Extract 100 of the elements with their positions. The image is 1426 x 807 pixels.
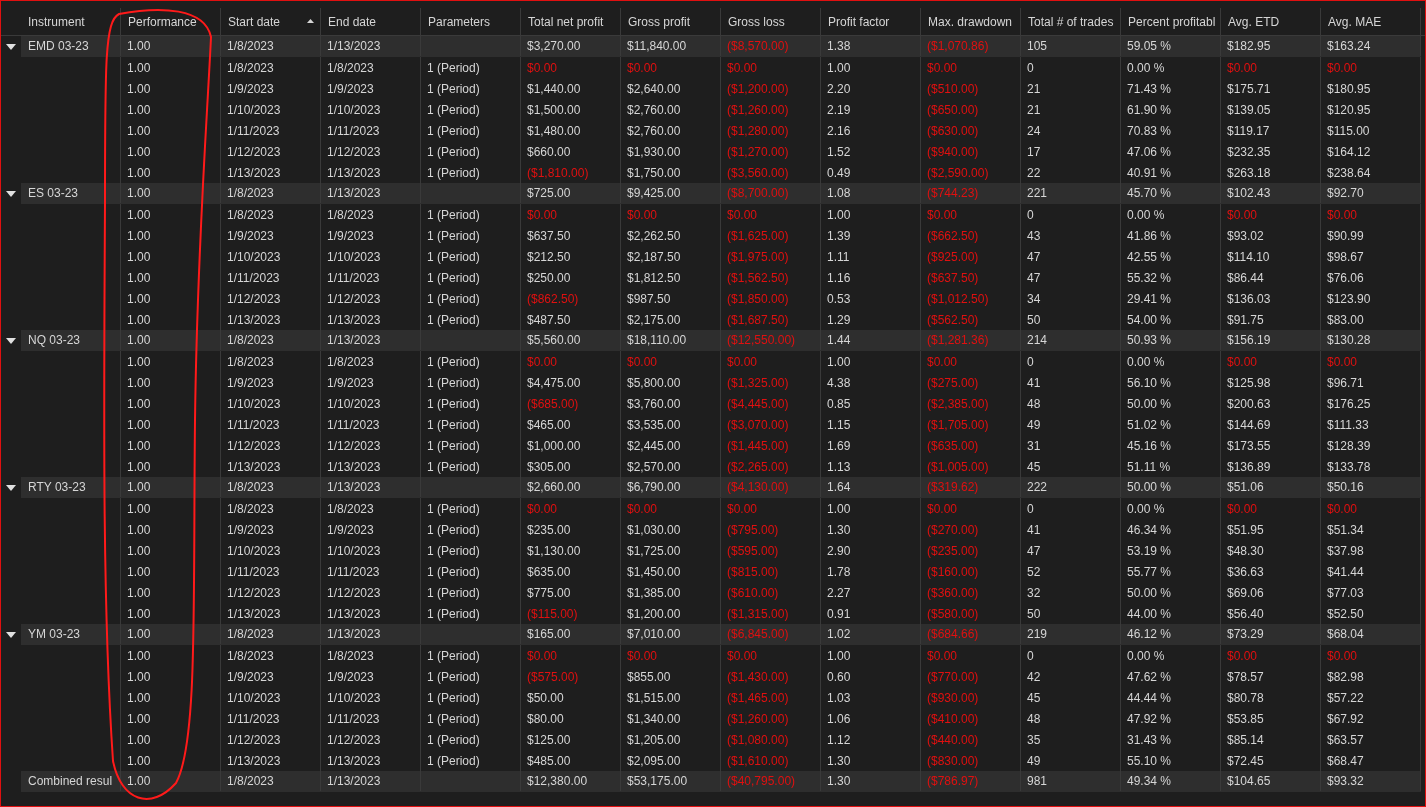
table-cell-text: 56.10 % (1127, 374, 1172, 392)
table-cell-text: 1/9/2023 (327, 521, 374, 539)
table-cell-text: 1 (Period) (427, 668, 480, 686)
column-header[interactable]: Total net profit (521, 8, 621, 35)
table-cell-text: 1 (Period) (427, 164, 480, 182)
table-cell-text: 1/13/2023 (327, 458, 381, 476)
expand-toggle-icon[interactable] (6, 631, 16, 638)
table-cell-text: 1.00 (127, 773, 151, 790)
table-cell-text: 1/10/2023 (227, 395, 281, 413)
table-cell-text: $0.00 (1327, 353, 1358, 371)
column-header[interactable]: Percent profitabl (1121, 8, 1221, 35)
table-cell-text: ($1,070.86) (927, 38, 989, 55)
table-cell-text: 1/11/2023 (227, 710, 280, 728)
table-cell-text: $0.00 (1227, 500, 1258, 518)
table-cell-text: 0.49 (827, 164, 851, 182)
table-cell-text: 31.43 % (1127, 731, 1172, 749)
table-cell-text: 0.00 % (1127, 206, 1165, 224)
table-cell-text: $104.65 (1227, 773, 1271, 790)
table-cell-text: 70.83 % (1127, 122, 1172, 140)
table-cell-text: $130.28 (1327, 332, 1371, 349)
table-cell-text: 1.52 (827, 143, 851, 161)
table-cell-text: 52 (1027, 563, 1041, 581)
table-cell-text: $80.78 (1227, 689, 1264, 707)
table-cell-text: 1 (Period) (427, 248, 480, 266)
table-cell-text: 214 (1027, 332, 1048, 349)
table-cell-text: 1/9/2023 (227, 80, 274, 98)
table-cell-text: 1/10/2023 (227, 101, 281, 119)
table-cell-text: $465.00 (527, 416, 571, 434)
table-cell-text: $50.16 (1327, 479, 1364, 496)
table-cell-text: $0.00 (627, 353, 658, 371)
table-cell-text: 1 (Period) (427, 353, 480, 371)
table-cell-text: ($440.00) (927, 731, 979, 749)
table-cell-text: 1.00 (127, 353, 151, 371)
table-cell-text: 0.53 (827, 290, 851, 308)
table-cell-text: $3,270.00 (527, 38, 581, 55)
table-cell-text: $91.75 (1227, 311, 1264, 329)
table-cell-text: 1 (Period) (427, 227, 480, 245)
table-cell-text: ($115.00) (527, 605, 578, 623)
table-cell-text: 0 (1027, 353, 1034, 371)
table-cell-text: $119.17 (1227, 122, 1270, 140)
table-cell-text: $660.00 (527, 143, 571, 161)
table-cell-text: 1/9/2023 (327, 227, 374, 245)
table-cell-text: $163.24 (1327, 38, 1371, 55)
table-cell-text: 44.00 % (1127, 605, 1172, 623)
expand-toggle-icon[interactable] (6, 337, 16, 344)
table-cell-text: ($160.00) (927, 563, 979, 581)
table-cell-text: $0.00 (1327, 647, 1358, 665)
table-cell-text: 0.00 % (1127, 59, 1165, 77)
expand-toggle-icon[interactable] (6, 190, 16, 197)
table-cell-text: $637.50 (527, 227, 571, 245)
table-cell-text: 1 (Period) (427, 59, 480, 77)
table-cell-text: 1/9/2023 (227, 521, 274, 539)
table-cell-text: 21 (1027, 80, 1041, 98)
table-cell-text: 1/12/2023 (227, 731, 281, 749)
table-cell-text: $53.85 (1227, 710, 1264, 728)
table-cell-text: $90.99 (1327, 227, 1364, 245)
table-cell-text: 1/13/2023 (327, 605, 381, 623)
table-cell-text: ($1,705.00) (927, 416, 989, 434)
table-cell-text: ($815.00) (727, 563, 779, 581)
column-header[interactable]: Gross loss (721, 8, 821, 35)
table-cell-text: 1/13/2023 (327, 626, 381, 643)
column-header[interactable]: Performance (121, 8, 221, 35)
table-cell-text: 1/9/2023 (327, 374, 374, 392)
table-cell-text: $0.00 (1227, 206, 1258, 224)
table-cell-text: 1/13/2023 (327, 164, 381, 182)
table-cell-text: 1.00 (127, 101, 151, 119)
table-cell-text: $855.00 (627, 668, 671, 686)
column-header[interactable]: Start date (221, 8, 321, 35)
table-cell-text: $93.02 (1227, 227, 1264, 245)
instrument-name: Combined resul (28, 773, 113, 790)
table-cell-text: $1,205.00 (627, 731, 681, 749)
column-header[interactable]: Parameters (421, 8, 521, 35)
table-cell-text: 4.38 (827, 374, 851, 392)
column-header[interactable]: Max. drawdown (921, 8, 1021, 35)
table-cell-text: ($1,260.00) (727, 710, 789, 728)
column-header[interactable]: Profit factor (821, 8, 921, 35)
table-cell-text: ($1,850.00) (727, 290, 789, 308)
column-header[interactable]: Total # of trades (1021, 8, 1121, 35)
table-cell-text: 1.00 (127, 311, 151, 329)
table-cell-text: 1/12/2023 (327, 143, 381, 161)
column-header[interactable]: End date (321, 8, 421, 35)
table-cell-text: ($595.00) (727, 542, 779, 560)
table-cell-text: $120.95 (1327, 101, 1371, 119)
table-cell-text: $82.98 (1327, 668, 1364, 686)
table-cell-text: $52.50 (1327, 605, 1364, 623)
expand-toggle-icon[interactable] (6, 43, 16, 50)
table-cell-text: $235.00 (527, 521, 571, 539)
table-cell-text: 1.00 (127, 647, 151, 665)
column-header[interactable]: Avg. ETD (1221, 8, 1321, 35)
table-cell-text: 51.11 % (1127, 458, 1171, 476)
table-cell-text: $11,840.00 (627, 38, 687, 55)
expand-toggle-icon[interactable] (6, 484, 16, 491)
table-cell-text: 1 (Period) (427, 374, 480, 392)
column-header[interactable]: Gross profit (621, 8, 721, 35)
table-cell-text: $48.30 (1227, 542, 1264, 560)
column-header[interactable]: Instrument (21, 8, 121, 35)
table-cell-text: $68.04 (1327, 626, 1364, 643)
table-cell-text: $180.95 (1327, 80, 1371, 98)
table-cell-text: ($940.00) (927, 143, 979, 161)
column-header[interactable]: Avg. MAE (1321, 8, 1421, 35)
